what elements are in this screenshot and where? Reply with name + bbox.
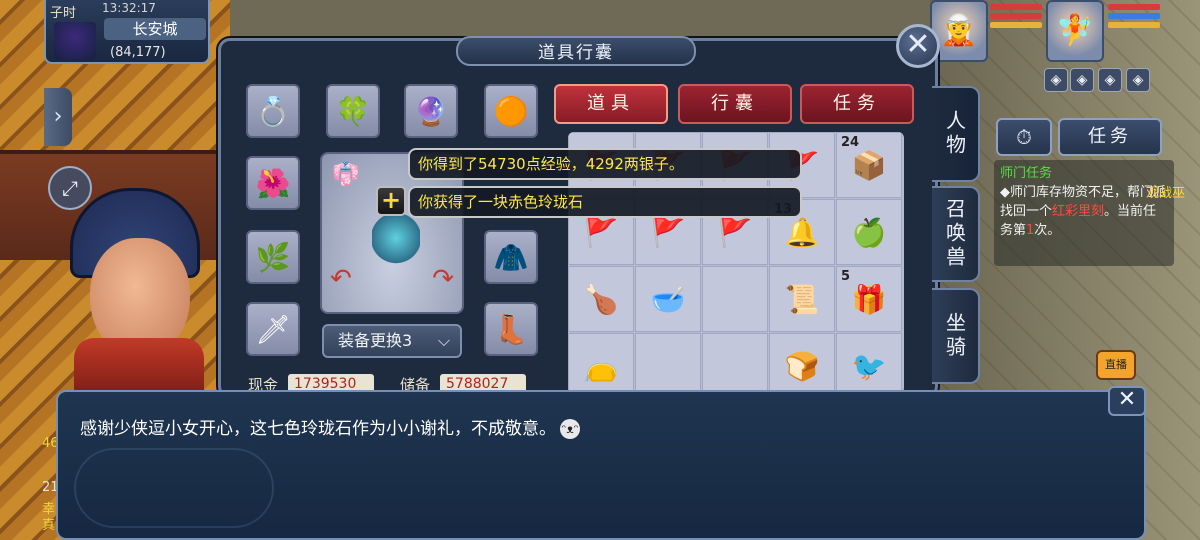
dialog-message-text: 感谢少侠逗小女开心，这七色玲珑石作为小小谢礼，不成敬意。 xyxy=(80,419,556,439)
quest-title: 师门任务 xyxy=(1000,166,1053,181)
inventory-cell[interactable] xyxy=(702,266,768,332)
equip-slot-helmet[interactable]: 💍 xyxy=(246,84,300,138)
bell-icon: 🔔 xyxy=(784,215,820,249)
tab-mount[interactable]: 坐骑 xyxy=(932,288,980,384)
npc-robe xyxy=(74,338,204,398)
character-model xyxy=(372,212,420,264)
quest-red-1: 红 xyxy=(1052,204,1066,219)
inventory-cell[interactable] xyxy=(702,333,768,394)
pendant-icon: 🔮 xyxy=(413,94,449,128)
tab-character[interactable]: 人物 xyxy=(932,86,980,182)
spectate-label[interactable]: 观战巫 xyxy=(1146,182,1185,201)
swap-label: 装备更换3 xyxy=(338,331,413,350)
chevron-down-icon: ⌵ xyxy=(437,331,450,350)
pet-portrait[interactable]: 🧚 xyxy=(1046,0,1104,62)
quest-red-2: 彩里刻 xyxy=(1065,204,1105,219)
buff-icon-4[interactable]: ◈ xyxy=(1126,68,1150,92)
map-coordinates: (84,177) xyxy=(110,45,166,60)
panel-title: 道具行囊 xyxy=(456,36,696,66)
equipment-swap-dropdown[interactable]: 装备更换3 ⌵ xyxy=(322,324,462,358)
inventory-cell[interactable]: 5 🎁 xyxy=(836,266,902,332)
item-notification: 你获得了一块赤色玲珑石 xyxy=(408,186,802,218)
equip-slot-boots[interactable]: 👢 xyxy=(484,302,538,356)
pet-mp-bar xyxy=(1108,13,1160,19)
flag-icon: 🚩 xyxy=(583,215,619,249)
fruit-basket-icon: 🍏 xyxy=(851,215,887,249)
staff-icon: 🌿 xyxy=(255,240,291,274)
time-period-label: 子时 xyxy=(50,6,77,21)
jade-icon: 🍀 xyxy=(335,94,371,128)
location-avatar xyxy=(54,22,96,60)
equip-slot-sword[interactable]: 🗡 xyxy=(246,302,300,356)
close-icon[interactable]: ✕ xyxy=(896,24,940,68)
pet-sp-bar xyxy=(1108,22,1160,28)
gift-box-icon: 🎁 xyxy=(851,282,887,316)
inventory-cell[interactable]: 👝 xyxy=(568,333,634,394)
boots-icon: 👢 xyxy=(493,312,529,346)
sword-icon: 🗡 xyxy=(255,312,291,346)
tab-bag[interactable]: 行囊 xyxy=(678,84,792,124)
emoji-icon: ᵔᴥᵔ xyxy=(560,419,580,439)
buff-icon-2[interactable]: ◈ xyxy=(1070,68,1094,92)
tab-summons[interactable]: 召唤兽 xyxy=(932,186,980,282)
equip-slot-weapon[interactable]: 🌺 xyxy=(246,156,300,210)
buff-icon-1[interactable]: ◈ xyxy=(1044,68,1068,92)
side-text-2: 真 xyxy=(42,518,56,533)
chicken-leg-icon: 🍗 xyxy=(583,282,619,316)
player-sp-bar xyxy=(990,22,1042,28)
city-name[interactable]: 长安城 xyxy=(104,18,206,40)
equip-slot-armor[interactable]: 🧥 xyxy=(484,230,538,284)
equip-slot-ring[interactable]: 🟠 xyxy=(484,84,538,138)
quest-tracker[interactable]: 师门任务 ◆师门库存物资不足，帮门派找回一个红彩里刻。当前任务第1次。 xyxy=(994,160,1174,266)
pet-hp-bar xyxy=(1108,4,1160,10)
player-hp-bar xyxy=(990,4,1042,10)
tab-items[interactable]: 道具 xyxy=(554,84,668,124)
character-mini-icon: 👘 xyxy=(332,162,360,187)
collapse-left-button[interactable]: › xyxy=(44,88,72,146)
clock-time: 13:32:17 xyxy=(102,1,156,15)
bread-icon: 🍞 xyxy=(784,349,820,383)
npc-dialog-box[interactable]: 感谢少侠逗小女开心，这七色玲珑石作为小小谢礼，不成敬意。 ᵔᴥᵔ xyxy=(56,390,1146,540)
rotate-right-icon[interactable]: ↷ xyxy=(432,264,454,294)
box-icon: 📦 xyxy=(851,148,887,182)
flag-icon: 🚩 xyxy=(717,215,753,249)
dialog-message: 感谢少侠逗小女开心，这七色玲珑石作为小小谢礼，不成敬意。 ᵔᴥᵔ xyxy=(80,414,580,439)
tab-quest-items[interactable]: 任务 xyxy=(800,84,914,124)
equip-slot-necklace[interactable]: 🍀 xyxy=(326,84,380,138)
exp-notification: 你得到了54730点经验，4292两银子。 xyxy=(408,148,802,180)
helmet-icon: 💍 xyxy=(255,94,291,128)
equip-slot-staff[interactable]: 🌿 xyxy=(246,230,300,284)
quest-tab-button[interactable]: 任务 xyxy=(1058,118,1162,156)
quest-description: ◆师门库存物资不足，帮门派找回一个红彩里刻。当前任务第1次。 xyxy=(1000,183,1168,240)
inventory-cell[interactable]: 📜 xyxy=(769,266,835,332)
inventory-cell[interactable]: 🐦 xyxy=(836,333,902,394)
inventory-cell[interactable]: 🍗 xyxy=(568,266,634,332)
dialog-close-icon[interactable]: ✕ xyxy=(1108,386,1146,416)
item-count: 5 xyxy=(841,269,851,284)
rotate-left-icon[interactable]: ↶ xyxy=(330,264,352,294)
live-stream-button[interactable]: 直播 xyxy=(1096,350,1136,380)
inventory-cell[interactable]: 🥣 xyxy=(635,266,701,332)
quest-line-4: 次。 xyxy=(1034,223,1061,238)
bird-icon: 🐦 xyxy=(851,349,887,383)
inventory-cell[interactable] xyxy=(635,333,701,394)
npc-portrait xyxy=(60,188,210,398)
ring-icon: 🟠 xyxy=(493,94,529,128)
timer-icon[interactable]: ⏱ xyxy=(996,118,1052,156)
flag-icon: 🚩 xyxy=(650,215,686,249)
expand-plus-icon[interactable]: + xyxy=(376,186,406,216)
scroll-icon: 📜 xyxy=(784,282,820,316)
bag-icon: 👝 xyxy=(583,349,619,383)
buff-icon-3[interactable]: ◈ xyxy=(1098,68,1122,92)
inventory-cell[interactable]: 24 📦 xyxy=(836,132,902,198)
player-mp-bar xyxy=(990,13,1042,19)
flower-weapon-icon: 🌺 xyxy=(255,166,291,200)
inventory-cell[interactable]: 🍏 xyxy=(836,199,902,265)
equip-slot-pendant[interactable]: 🔮 xyxy=(404,84,458,138)
inventory-cell[interactable]: 🍞 xyxy=(769,333,835,394)
cloud-decoration xyxy=(74,448,274,528)
armor-icon: 🧥 xyxy=(493,240,529,274)
item-count: 24 xyxy=(841,135,860,150)
bowl-icon: 🥣 xyxy=(650,282,686,316)
